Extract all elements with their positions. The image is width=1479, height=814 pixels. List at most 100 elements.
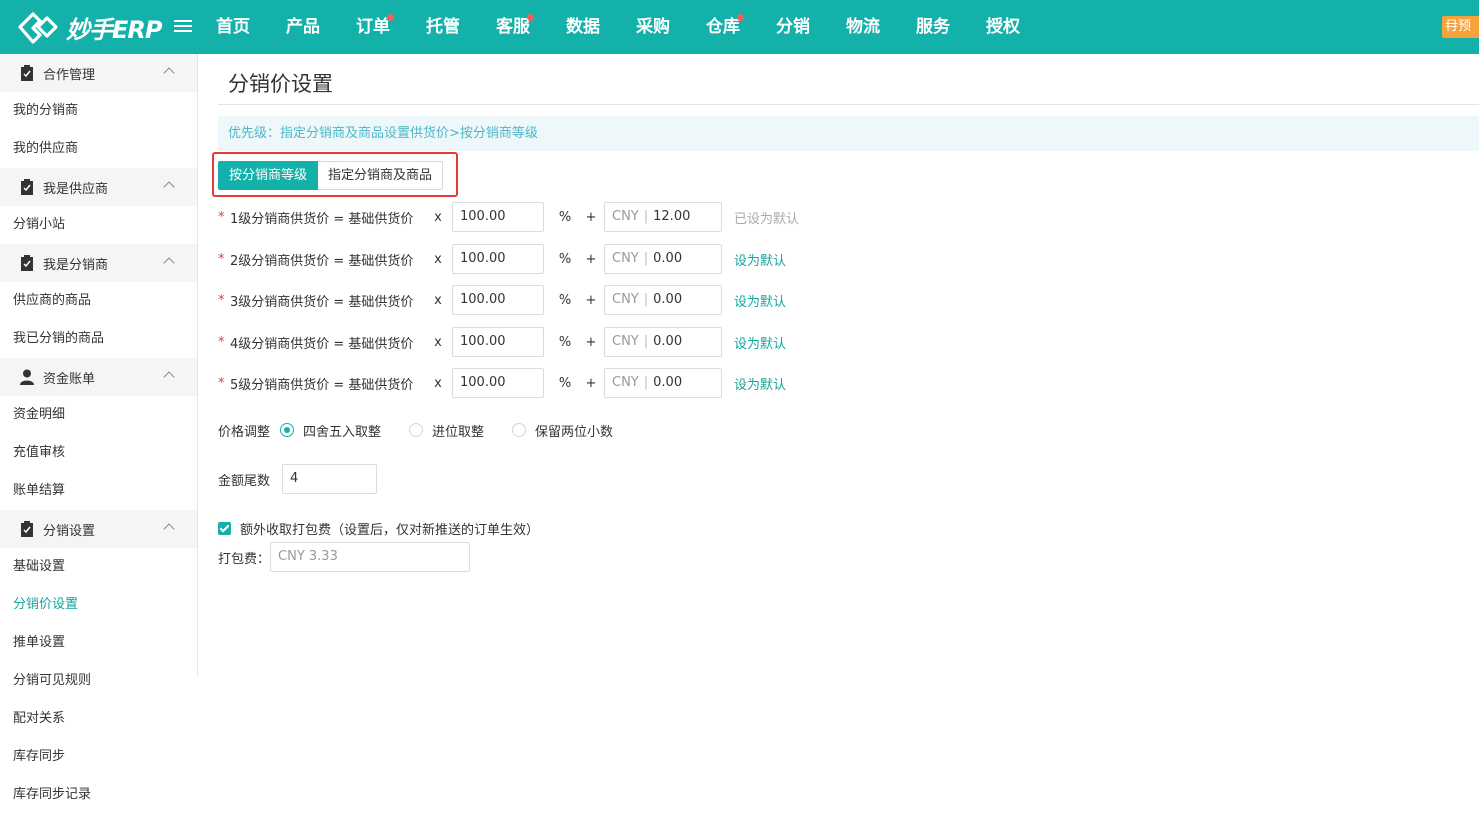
sidebar-group-title: 合作管理 xyxy=(43,67,96,83)
sidebar-item-visibility-rules[interactable]: 分销可见规则 xyxy=(0,662,106,700)
nav-label: 仓库 xyxy=(706,17,740,37)
clipboard-icon xyxy=(21,65,33,81)
cny-addend-input[interactable]: CNY | 12.00 xyxy=(604,202,722,232)
plus-sign: + xyxy=(585,334,597,350)
sidebar-group-supplier[interactable]: 我是供应商 xyxy=(0,168,197,206)
nav-item-home[interactable]: 首页 xyxy=(198,0,268,54)
set-default-link[interactable]: 设为默认 xyxy=(734,291,786,310)
set-default-link[interactable]: 设为默认 xyxy=(734,333,786,352)
nav-item-services[interactable]: 服务 xyxy=(898,0,968,54)
notification-dot xyxy=(737,14,744,21)
sidebar-item-distributed-products[interactable]: 我已分销的商品 xyxy=(0,320,197,358)
radio-round-half-up[interactable]: 四舍五入取整 xyxy=(280,421,381,440)
clipboard-icon xyxy=(21,255,33,271)
required-mark: * xyxy=(218,334,225,350)
nav-item-distribution[interactable]: 分销 xyxy=(758,0,828,54)
sidebar-item-fund-details[interactable]: 资金明细 xyxy=(0,396,92,434)
top-navigation-bar: 妙手ERP 首页 产品 订单 托管 客服 数据 采购 仓库 分销 物流 服务 授… xyxy=(0,0,1479,54)
app-logo[interactable]: 妙手ERP xyxy=(16,10,162,44)
page-title: 分销价设置 xyxy=(228,72,333,96)
radio-two-decimals[interactable]: 保留两位小数 xyxy=(512,421,613,440)
level-row: * 5级分销商供货价 = 基础供货价 x 100.00 % + CNY | 0.00… xyxy=(218,368,786,398)
set-default-link[interactable]: 设为默认 xyxy=(734,374,786,393)
tail-label: 金额尾数 xyxy=(218,473,271,489)
packing-fee-input[interactable]: CNY 3.33 xyxy=(270,542,471,572)
nav-item-service[interactable]: 客服 xyxy=(478,0,548,54)
currency-label: CNY xyxy=(612,334,639,349)
times-sign: x xyxy=(434,209,442,225)
sidebar-item-supplier-products[interactable]: 供应商的商品 xyxy=(0,282,197,320)
separator: | xyxy=(643,209,649,224)
cny-addend-input[interactable]: CNY | 0.00 xyxy=(604,244,722,274)
default-status-label: 已设为默认 xyxy=(734,211,800,227)
sidebar-group-title: 分销设置 xyxy=(43,523,96,539)
sidebar-item-stock-sync[interactable]: 库存同步 xyxy=(0,738,106,776)
sidebar-item-recharge-review[interactable]: 充值审核 xyxy=(0,434,106,472)
logo-mark-icon xyxy=(18,12,58,44)
nav-label: 产品 xyxy=(286,17,320,37)
separator: | xyxy=(643,251,649,266)
sidebar-item-distribution-station[interactable]: 分销小站 xyxy=(0,206,92,244)
level-formula: 2级分销商供货价 = 基础供货价 xyxy=(230,253,414,269)
sidebar-item-basic-settings[interactable]: 基础设置 xyxy=(0,548,92,586)
factor-input[interactable]: 100.00 xyxy=(452,285,544,315)
checkbox-checked-icon[interactable] xyxy=(218,521,231,535)
mode-tabs: 按分销商等级 指定分销商及商品 xyxy=(218,161,444,190)
cny-value: 0.00 xyxy=(653,375,683,390)
set-default-link[interactable]: 设为默认 xyxy=(734,250,786,269)
times-sign: x xyxy=(434,292,442,308)
currency-label: CNY xyxy=(612,292,639,307)
percent-sign: % xyxy=(558,334,572,350)
radio-label: 保留两位小数 xyxy=(535,424,614,440)
radio-checked-icon xyxy=(280,423,295,437)
times-sign: x xyxy=(434,251,442,267)
cny-addend-input[interactable]: CNY | 0.00 xyxy=(604,327,722,357)
packing-fee-checkbox-row[interactable]: 额外收取打包费（设置后，仅对新推送的订单生效） xyxy=(218,518,539,538)
nav-item-purchase[interactable]: 采购 xyxy=(618,0,688,54)
main-content: 分销价设置 优先级：指定分销商及商品设置供货价>按分销商等级 按分销商等级 指定… xyxy=(212,54,1479,677)
cny-addend-input[interactable]: CNY | 0.00 xyxy=(604,285,722,315)
factor-input[interactable]: 100.00 xyxy=(452,202,544,232)
nav-label: 授权 xyxy=(986,17,1020,37)
sidebar-item-stock-sync-log[interactable]: 库存同步记录 xyxy=(0,776,197,814)
sidebar-item-my-suppliers[interactable]: 我的供应商 xyxy=(0,130,106,168)
sidebar-group-funds[interactable]: 资金账单 xyxy=(0,358,197,396)
hamburger-menu-icon[interactable] xyxy=(174,17,192,35)
radio-round-up[interactable]: 进位取整 xyxy=(409,421,484,440)
chevron-up-icon xyxy=(163,67,175,79)
percent-sign: % xyxy=(558,375,572,391)
sidebar-item-push-settings[interactable]: 推单设置 xyxy=(0,624,92,662)
level-row: * 3级分销商供货价 = 基础供货价 x 100.00 % + CNY | 0.00… xyxy=(218,285,786,315)
nav-item-logistics[interactable]: 物流 xyxy=(828,0,898,54)
plus-sign: + xyxy=(585,251,597,267)
nav-item-data[interactable]: 数据 xyxy=(548,0,618,54)
sidebar-item-my-distributors[interactable]: 我的分销商 xyxy=(0,92,92,130)
preview-label: 预 xyxy=(1458,19,1472,34)
preview-badge[interactable]: 冄预 xyxy=(1442,16,1479,38)
sidebar-item-bill-settlement[interactable]: 账单结算 xyxy=(0,472,92,510)
nav-item-orders[interactable]: 订单 xyxy=(338,0,408,54)
tab-by-distributor-product[interactable]: 指定分销商及商品 xyxy=(318,161,444,190)
factor-input[interactable]: 100.00 xyxy=(452,244,544,274)
factor-input[interactable]: 100.00 xyxy=(452,327,544,357)
sidebar-group-distributor[interactable]: 我是分销商 xyxy=(0,244,197,282)
nav-item-authorization[interactable]: 授权 xyxy=(968,0,1038,54)
level-formula: 1级分销商供货价 = 基础供货价 xyxy=(230,211,414,227)
amount-tail-row: 金额尾数 4 xyxy=(218,464,378,494)
sidebar-group-distribution-settings[interactable]: 分销设置 xyxy=(0,510,197,548)
sidebar-item-price-settings[interactable]: 分销价设置 xyxy=(0,586,106,624)
nav-item-warehouse[interactable]: 仓库 xyxy=(688,0,758,54)
packing-checkbox-label: 额外收取打包费（设置后，仅对新推送的订单生效） xyxy=(240,522,540,538)
amount-tail-input[interactable]: 4 xyxy=(282,464,378,494)
percent-sign: % xyxy=(558,251,572,267)
percent-sign: % xyxy=(558,209,572,225)
nav-item-hosting[interactable]: 托管 xyxy=(408,0,478,54)
nav-item-products[interactable]: 产品 xyxy=(268,0,338,54)
nav-label: 客服 xyxy=(496,17,530,37)
sidebar-item-pairing[interactable]: 配对关系 xyxy=(0,700,92,738)
cny-addend-input[interactable]: CNY | 0.00 xyxy=(604,368,722,398)
sidebar-group-title: 我是供应商 xyxy=(43,181,109,197)
factor-input[interactable]: 100.00 xyxy=(452,368,544,398)
sidebar-group-cooperation[interactable]: 合作管理 xyxy=(0,54,197,92)
tab-by-level[interactable]: 按分销商等级 xyxy=(218,161,319,190)
